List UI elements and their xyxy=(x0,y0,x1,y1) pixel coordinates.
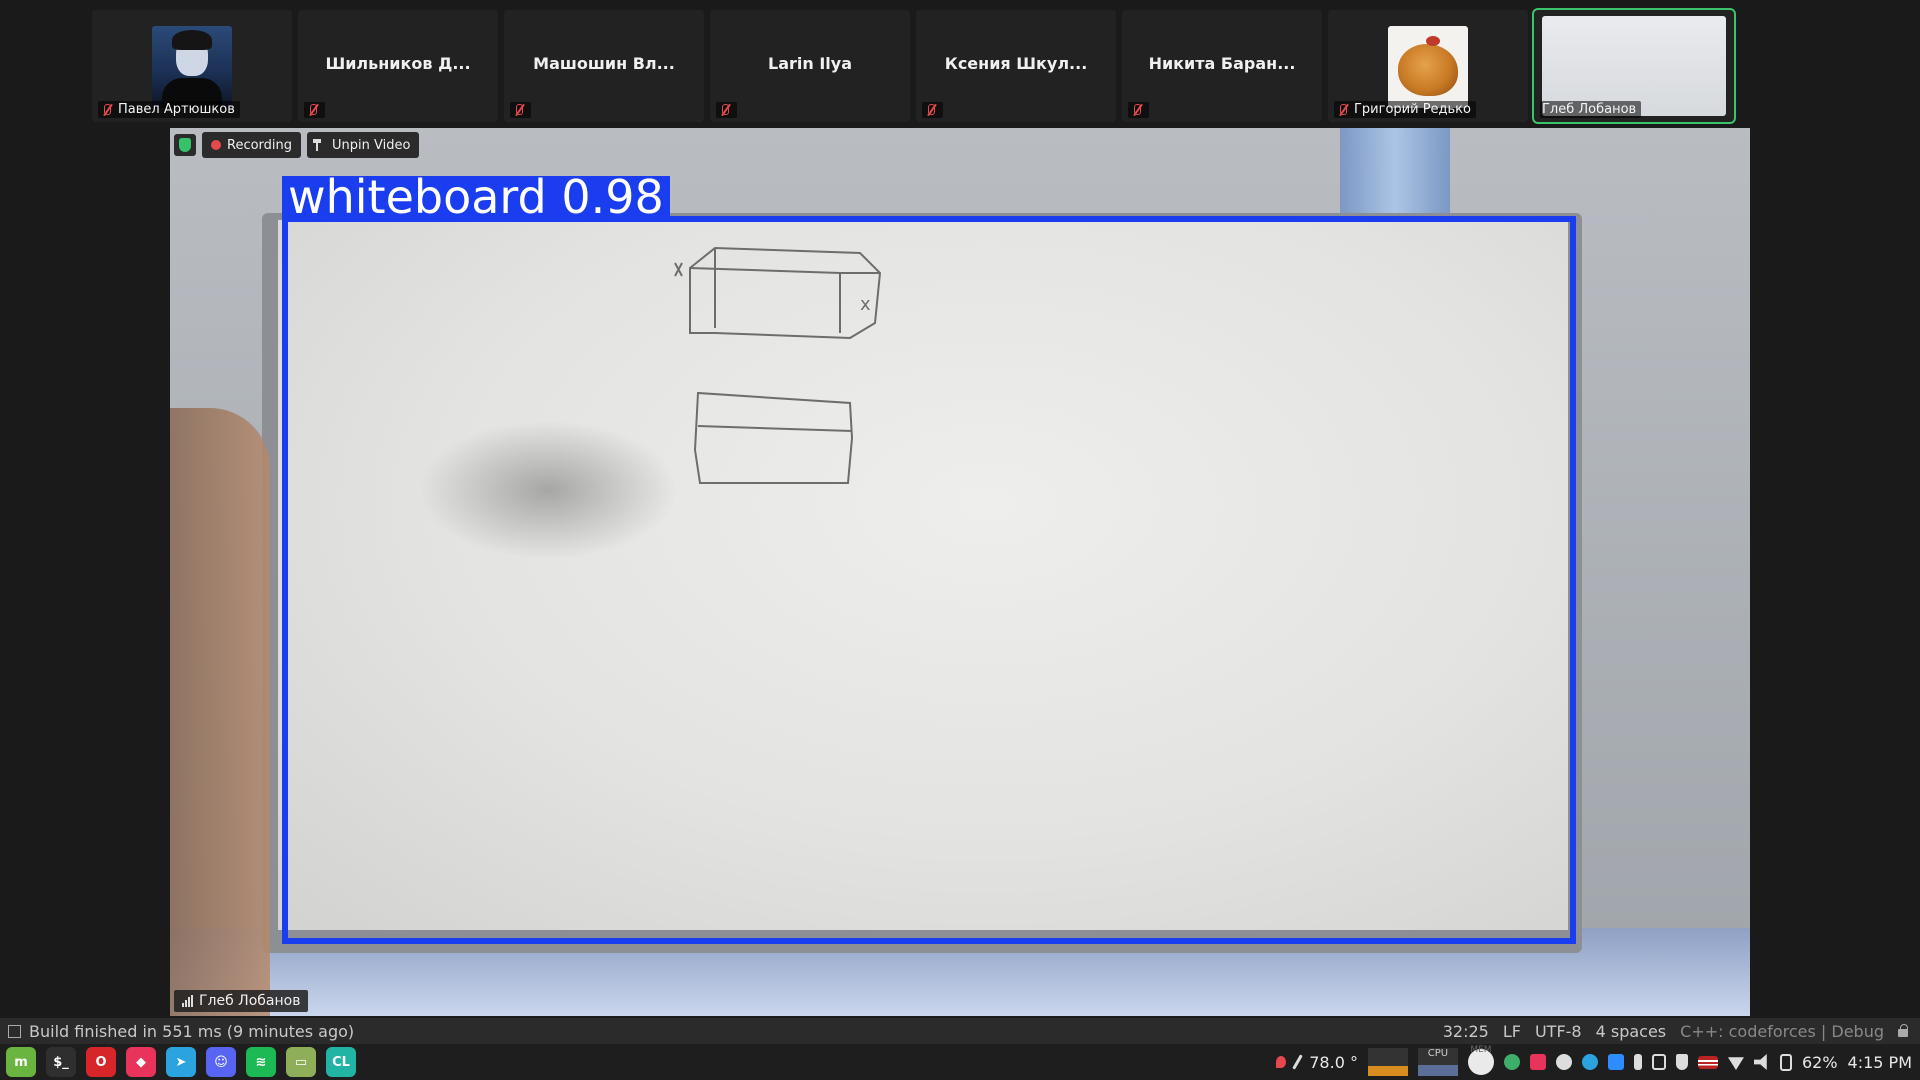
steam-icon[interactable] xyxy=(1555,1054,1572,1070)
opera-icon[interactable]: O xyxy=(86,1047,116,1077)
detection-label: whiteboard 0.98 xyxy=(282,174,670,220)
indent-setting[interactable]: 4 spaces xyxy=(1596,1022,1667,1041)
unpin-video-button[interactable]: Unpin Video xyxy=(307,132,420,158)
zoom-tray-icon[interactable] xyxy=(1607,1054,1624,1070)
spotify-icon[interactable]: ≋ xyxy=(246,1047,276,1077)
unpin-label: Unpin Video xyxy=(332,137,411,153)
presenter-arm xyxy=(170,408,270,1016)
security-shield-icon[interactable] xyxy=(174,134,196,156)
toolbox-tray-icon[interactable] xyxy=(1529,1054,1546,1070)
participant-tile[interactable]: Павел Артюшков xyxy=(92,10,292,122)
recording-indicator[interactable]: Recording xyxy=(202,132,302,158)
thermometer-icon xyxy=(1292,1054,1304,1070)
participant-strip: Павел Артюшков Шильников Д... Машошин Вл… xyxy=(0,0,1920,128)
system-taskbar: m $_ O ◆ ➤ ☺ ≋ ▭ CL 78.0 ° CPU MEM 62% 4:15 PM xyxy=(0,1044,1920,1080)
participant-footer xyxy=(922,102,943,118)
file-encoding[interactable]: UTF-8 xyxy=(1535,1022,1582,1041)
vpn-icon[interactable] xyxy=(1503,1054,1520,1070)
mic-muted-icon xyxy=(924,103,938,117)
record-dot-icon xyxy=(211,140,221,150)
battery-percent[interactable]: 62% xyxy=(1802,1053,1838,1072)
hen-avatar xyxy=(1388,26,1468,108)
mic-muted-icon xyxy=(512,103,526,117)
clipboard-icon[interactable] xyxy=(1651,1054,1666,1070)
keyboard-layout-icon[interactable] xyxy=(1697,1055,1718,1069)
clion-icon[interactable]: CL xyxy=(326,1047,356,1077)
taskbar-apps: m $_ O ◆ ➤ ☺ ≋ ▭ CL xyxy=(0,1047,356,1077)
participant-footer xyxy=(716,102,737,118)
jetbrains-toolbox-icon[interactable]: ◆ xyxy=(126,1047,156,1077)
discord-icon[interactable]: ☺ xyxy=(206,1047,236,1077)
bluetooth-icon[interactable] xyxy=(1633,1054,1642,1070)
participant-footer xyxy=(304,102,325,118)
participant-tile[interactable]: Ксения Шкул... xyxy=(916,10,1116,122)
mic-muted-icon xyxy=(306,103,320,117)
load-graph[interactable] xyxy=(1367,1048,1408,1076)
volume-icon[interactable] xyxy=(1753,1054,1767,1070)
mic-muted-icon xyxy=(1336,103,1350,117)
participant-name: Шильников Д... xyxy=(325,54,471,73)
lock-icon[interactable] xyxy=(1898,1024,1908,1037)
participant-avatar xyxy=(152,26,232,108)
participant-name: Ксения Шкул... xyxy=(944,54,1088,73)
detection-box xyxy=(282,216,1576,944)
location-icon[interactable] xyxy=(1276,1056,1287,1068)
wifi-icon[interactable] xyxy=(1727,1057,1744,1070)
participant-tile-active[interactable]: Глеб Лобанов xyxy=(1532,8,1736,124)
ide-status-bar: Build finished in 551 ms (9 minutes ago)… xyxy=(0,1018,1920,1044)
mic-muted-icon xyxy=(718,103,732,117)
participant-tile[interactable]: Григорий Редько xyxy=(1328,10,1528,122)
shield-tray-icon[interactable] xyxy=(1675,1054,1688,1070)
build-context[interactable]: C++: codeforces | Debug xyxy=(1680,1022,1884,1041)
cursor-position[interactable]: 32:25 xyxy=(1443,1022,1489,1041)
mic-muted-icon xyxy=(100,103,114,117)
recording-label: Recording xyxy=(227,137,293,153)
participant-name: Глеб Лобанов xyxy=(1542,102,1637,117)
participant-footer: Глеб Лобанов xyxy=(1540,101,1642,118)
participant-tile[interactable]: Машошин Вл... xyxy=(504,10,704,122)
participant-name: Павел Артюшков xyxy=(118,102,235,117)
meeting-controls-bar: Recording Unpin Video xyxy=(174,132,420,158)
telegram-icon[interactable]: ➤ xyxy=(166,1047,196,1077)
participant-name: Григорий Редько xyxy=(1354,102,1471,117)
participant-footer xyxy=(1128,102,1149,118)
battery-icon[interactable] xyxy=(1779,1053,1792,1071)
panel-toggle-icon[interactable] xyxy=(8,1024,21,1038)
build-status-message[interactable]: Build finished in 551 ms (9 minutes ago) xyxy=(29,1022,354,1041)
participant-footer: Григорий Редько xyxy=(1334,101,1476,118)
participant-name: Машошин Вл... xyxy=(533,54,675,73)
cpu-label: CPU xyxy=(1427,1048,1449,1059)
temperature-readout[interactable]: 78.0 ° xyxy=(1309,1053,1358,1072)
participant-tile[interactable]: Никита Баран... xyxy=(1122,10,1322,122)
mint-menu-icon[interactable]: m xyxy=(6,1047,36,1077)
participant-tile[interactable]: Шильников Д... xyxy=(298,10,498,122)
participant-name: Larin Ilya xyxy=(768,54,852,73)
system-tray: 78.0 ° CPU MEM 62% 4:15 PM xyxy=(1276,1045,1920,1076)
mic-muted-icon xyxy=(1130,103,1144,117)
participant-tile[interactable]: Larin Ilya xyxy=(710,10,910,122)
participant-footer: Павел Артюшков xyxy=(98,101,240,118)
pin-icon xyxy=(313,139,326,151)
clock[interactable]: 4:15 PM xyxy=(1848,1053,1912,1072)
cpu-graph[interactable]: CPU xyxy=(1417,1048,1458,1076)
memory-graph[interactable]: MEM xyxy=(1467,1045,1494,1075)
files-icon[interactable]: ▭ xyxy=(286,1047,316,1077)
signal-strength-icon xyxy=(182,995,193,1007)
mem-label: MEM xyxy=(1470,1045,1492,1055)
participant-name: Никита Баран... xyxy=(1148,54,1296,73)
active-speaker-label: Глеб Лобанов xyxy=(174,990,309,1012)
pinned-video[interactable]: x whiteboard 0.98 Recording Unpin Video … xyxy=(170,128,1750,1016)
line-ending[interactable]: LF xyxy=(1503,1022,1521,1041)
participant-footer xyxy=(510,102,531,118)
terminal-icon[interactable]: $_ xyxy=(46,1047,76,1077)
telegram-tray-icon[interactable] xyxy=(1581,1054,1598,1070)
speaker-name: Глеб Лобанов xyxy=(199,993,301,1009)
